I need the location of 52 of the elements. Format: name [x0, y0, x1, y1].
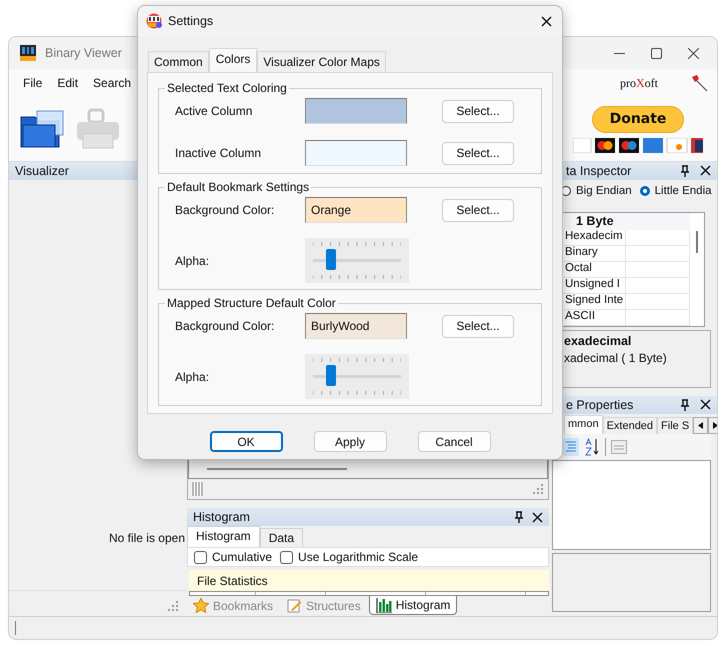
description-title: exadecimal: [564, 334, 632, 348]
panel-title: ta Inspector: [566, 164, 632, 178]
tab[interactable]: mmon: [564, 415, 603, 434]
tab[interactable]: Histogram: [187, 526, 260, 547]
dialog-title: Settings: [168, 14, 214, 28]
select-button[interactable]: Select...: [442, 142, 514, 164]
field-label: Background Color:: [175, 319, 276, 333]
tab[interactable]: Extended: [602, 417, 658, 434]
row-label[interactable]: Hexadecim: [564, 230, 626, 245]
donate-button[interactable]: Donate: [592, 106, 684, 132]
panel-title: Histogram: [193, 510, 250, 524]
checkbox[interactable]: Cumulative: [194, 550, 272, 564]
logo: proXoft: [620, 76, 658, 90]
tab[interactable]: Data: [260, 528, 304, 547]
radio-button[interactable]: Little Endia: [640, 185, 712, 197]
color-swatch: BurlyWood: [305, 313, 407, 339]
field-label: Alpha:: [175, 254, 210, 268]
row-label[interactable]: Unsigned I: [564, 278, 626, 293]
row-label[interactable]: Signed Inte: [564, 294, 626, 309]
panel-title: Visualizer: [15, 164, 69, 178]
tab[interactable]: File S: [657, 417, 694, 434]
select-button[interactable]: Select...: [442, 314, 514, 338]
row-label[interactable]: Octal: [564, 262, 626, 277]
tab[interactable]: Histogram: [368, 596, 458, 615]
field-label: Alpha:: [175, 370, 210, 384]
description-text: xadecimal ( 1 Byte): [564, 351, 668, 365]
statistics-header: File Statistics: [189, 570, 549, 591]
group-title: Mapped Structure Default Color: [166, 296, 337, 310]
tab[interactable]: Colors: [208, 48, 258, 73]
checkbox[interactable]: Use Logarithmic Scale: [280, 550, 418, 564]
field-label: Background Color:: [175, 203, 276, 217]
row-label[interactable]: ASCII: [564, 310, 626, 325]
menu-item[interactable]: Edit: [57, 76, 78, 90]
group-title: Selected Text Coloring: [166, 81, 288, 95]
select-button[interactable]: Select...: [442, 100, 514, 122]
tab[interactable]: Visualizer Color Maps: [257, 51, 386, 72]
empty-message: No file is open: [108, 531, 185, 545]
tab[interactable]: Common: [148, 51, 209, 72]
field-label: Active Column: [175, 104, 254, 118]
field-label: Inactive Column: [175, 146, 262, 160]
menu-item[interactable]: File: [23, 76, 42, 90]
group-title: Default Bookmark Settings: [166, 180, 310, 194]
panel-title: e Properties: [566, 398, 634, 412]
dialog-button[interactable]: Cancel: [418, 431, 490, 452]
row-label[interactable]: Binary: [564, 246, 626, 261]
color-swatch: Orange: [305, 197, 407, 223]
grid-header: 1 Byte: [564, 213, 690, 230]
window-title: Binary Viewer: [45, 46, 122, 60]
dialog-button[interactable]: OK: [210, 431, 282, 452]
select-button[interactable]: Select...: [442, 198, 514, 222]
menu-item[interactable]: Search: [93, 76, 132, 90]
dialog-button[interactable]: Apply: [314, 431, 386, 452]
